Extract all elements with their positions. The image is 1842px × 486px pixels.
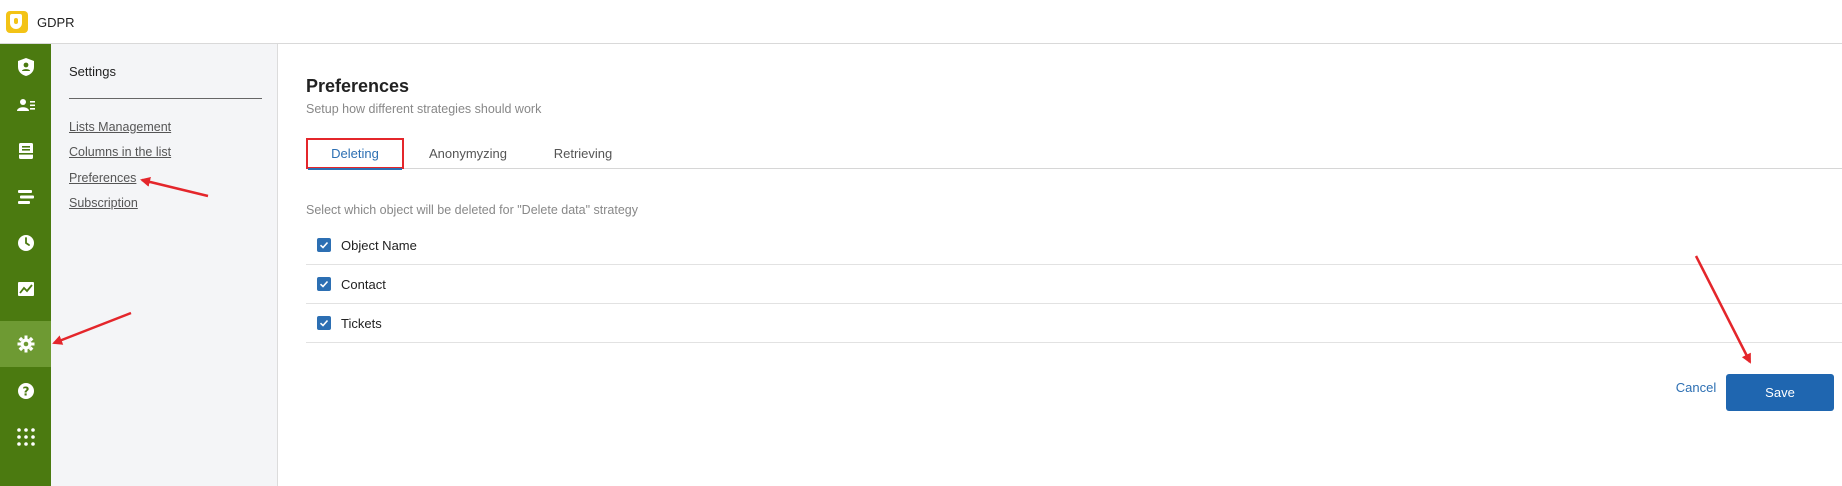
settings-link-lists-management[interactable]: Lists Management [69, 120, 171, 134]
settings-link-preferences[interactable]: Preferences [69, 171, 136, 185]
inbox-icon [18, 143, 33, 159]
settings-sidebar: Settings Lists Management Columns in the… [51, 44, 278, 486]
shield-user-icon [17, 58, 34, 76]
option-label: Object Name [341, 237, 417, 253]
check-icon [319, 319, 329, 327]
svg-text:?: ? [22, 385, 29, 399]
preferences-page: Preferences Setup how different strategi… [279, 44, 1842, 486]
rail-item-inbox[interactable] [0, 128, 51, 174]
bars-list-icon [17, 190, 34, 204]
check-icon [319, 280, 329, 288]
tab-retrieving[interactable]: Retrieving [538, 138, 628, 169]
gear-icon [17, 335, 34, 353]
check-icon [319, 241, 329, 249]
checkbox-tickets[interactable] [317, 316, 331, 330]
rail-item-reports[interactable] [0, 266, 51, 312]
option-row[interactable]: Contact [306, 265, 1842, 304]
option-label: Tickets [341, 315, 382, 331]
app-logo [6, 11, 28, 33]
settings-link-columns[interactable]: Columns in the list [69, 145, 171, 159]
settings-divider [69, 98, 262, 99]
settings-title: Settings [69, 64, 116, 79]
rail-item-apps[interactable] [0, 414, 51, 460]
section-description: Select which object will be deleted for … [306, 203, 638, 217]
nav-rail: ? [0, 44, 51, 486]
clock-icon [17, 235, 34, 251]
help-icon: ? [17, 383, 34, 399]
rail-item-help[interactable]: ? [0, 368, 51, 414]
option-row[interactable]: Object Name [306, 226, 1842, 265]
rail-item-contacts[interactable] [0, 82, 51, 128]
tab-deleting[interactable]: Deleting [306, 138, 404, 170]
settings-link-subscription[interactable]: Subscription [69, 196, 138, 210]
save-button[interactable]: Save [1726, 374, 1834, 411]
rail-item-settings[interactable] [0, 321, 51, 367]
app-title: GDPR [37, 15, 75, 30]
apps-grid-icon [16, 428, 35, 446]
option-row[interactable]: Tickets [306, 304, 1842, 343]
strategy-tabs: Deleting Anonymyzing Retrieving [306, 138, 1842, 170]
option-label: Contact [341, 276, 386, 292]
top-bar: GDPR [0, 0, 1842, 44]
page-subtitle: Setup how different strategies should wo… [306, 102, 542, 116]
page-title: Preferences [306, 76, 410, 96]
checkbox-contact[interactable] [317, 277, 331, 291]
contacts-list-icon [16, 99, 35, 111]
chart-icon [17, 282, 34, 296]
rail-item-lists[interactable] [0, 174, 51, 220]
rail-item-history[interactable] [0, 220, 51, 266]
checkbox-object-name[interactable] [317, 238, 331, 252]
tab-anonymyzing[interactable]: Anonymyzing [412, 138, 524, 169]
